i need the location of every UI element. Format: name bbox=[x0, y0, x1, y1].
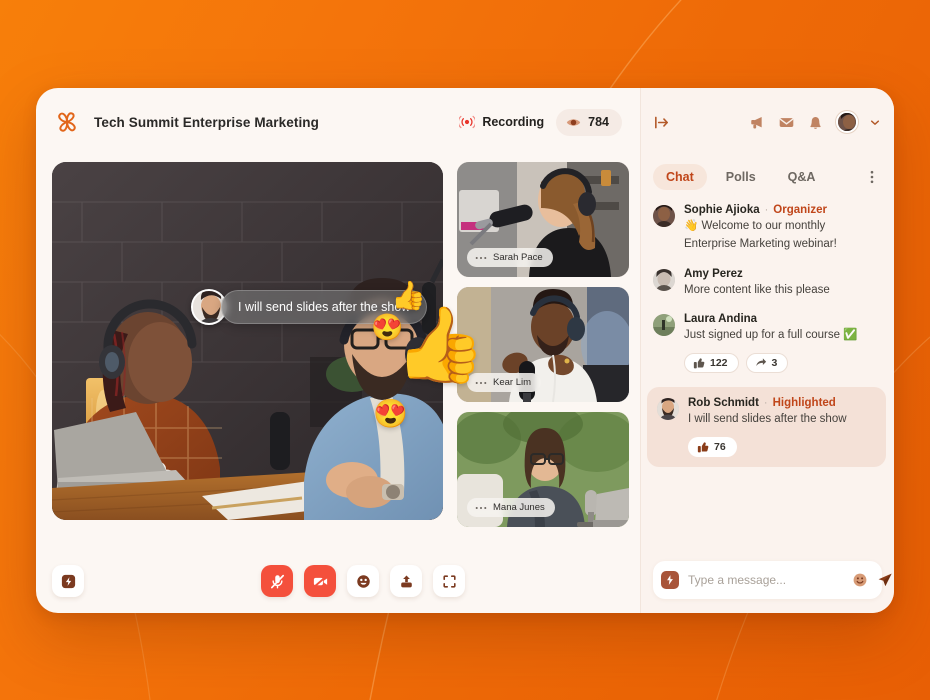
reaction-count: 3 bbox=[771, 357, 778, 370]
lightning-bolt-icon bbox=[60, 573, 77, 590]
video-stage: I will send slides after the show 👍 😍 👍 … bbox=[36, 156, 640, 613]
recording-status: Recording bbox=[459, 115, 544, 129]
stage-toolbar bbox=[36, 549, 640, 613]
thumbs-up-icon bbox=[693, 357, 705, 369]
message-author: Laura Andina bbox=[684, 313, 758, 326]
tile-name-label: Mana Junes bbox=[493, 502, 545, 513]
share-screen-button[interactable] bbox=[390, 565, 422, 597]
chat-tabs: Chat Polls Q&A bbox=[641, 156, 894, 198]
chat-message: Amy Perez More content like this please bbox=[653, 268, 880, 300]
header-right-group: Recording 784 bbox=[459, 108, 622, 136]
message-body: Amy Perez More content like this please bbox=[684, 268, 880, 300]
tile-name-label: Sarah Pace bbox=[493, 252, 543, 263]
message-input[interactable] bbox=[688, 573, 843, 587]
viewer-count-badge[interactable]: 784 bbox=[556, 108, 622, 136]
message-text: 👋 Welcome to our monthly Enterprise Mark… bbox=[684, 220, 837, 250]
thumbs-up-icon bbox=[697, 441, 709, 453]
avatar bbox=[653, 268, 675, 291]
fullscreen-button[interactable] bbox=[433, 565, 465, 597]
emoji-smile-icon[interactable] bbox=[852, 572, 868, 588]
participant-tile-mana[interactable]: Mana Junes bbox=[457, 412, 629, 527]
message-reactions: 76 bbox=[688, 437, 876, 458]
pinwheel-logo-icon bbox=[52, 107, 82, 137]
collapse-panel-icon[interactable] bbox=[653, 114, 670, 131]
chat-header-actions bbox=[749, 111, 880, 133]
message-body: Sophie Ajioka · Organizer 👋 Welcome to o… bbox=[684, 204, 880, 254]
message-header: Laura Andina bbox=[684, 313, 880, 325]
camera-toggle-button[interactable] bbox=[304, 565, 336, 597]
chat-panel: Chat Polls Q&A Sophie Ajioka · Organizer… bbox=[640, 88, 894, 613]
reaction-thumbs-up-large: 👍 bbox=[394, 303, 487, 386]
chat-message: Sophie Ajioka · Organizer 👋 Welcome to o… bbox=[653, 204, 880, 254]
avatar bbox=[653, 314, 675, 337]
message-composer bbox=[653, 561, 892, 599]
bell-icon[interactable] bbox=[807, 114, 824, 131]
tile-name-label: Kear Lim bbox=[493, 377, 532, 388]
tab-chat[interactable]: Chat bbox=[653, 164, 707, 190]
avatar bbox=[653, 205, 675, 227]
fullscreen-icon bbox=[441, 573, 458, 590]
chat-message-highlighted: Rob Schmidt · Highlighted I will send sl… bbox=[647, 387, 886, 468]
message-reactions: 122 3 bbox=[684, 353, 880, 374]
tile-name-badge: Sarah Pace bbox=[467, 248, 553, 267]
envelope-icon[interactable] bbox=[778, 114, 795, 131]
share-arrow-icon bbox=[755, 357, 767, 369]
reaction-like-button[interactable]: 122 bbox=[684, 353, 739, 374]
message-author: Sophie Ajioka bbox=[684, 204, 760, 216]
message-header: Amy Perez bbox=[684, 268, 880, 280]
message-header: Rob Schmidt · Highlighted bbox=[688, 397, 876, 409]
more-dots-icon bbox=[475, 505, 487, 511]
recording-broadcast-icon bbox=[459, 115, 476, 129]
emoji-smile-icon bbox=[355, 573, 372, 590]
message-role-badge: Highlighted bbox=[772, 397, 836, 410]
tab-polls[interactable]: Polls bbox=[713, 164, 769, 190]
avatar bbox=[657, 398, 679, 421]
effects-button[interactable] bbox=[52, 565, 84, 597]
message-role-badge: Organizer bbox=[773, 204, 827, 216]
chevron-down-icon[interactable] bbox=[870, 119, 880, 126]
message-text: I will send slides after the show bbox=[688, 413, 847, 426]
reaction-heart-eyes-lower: 😍 bbox=[373, 398, 408, 429]
account-avatar[interactable] bbox=[836, 111, 858, 133]
send-paper-plane-icon[interactable] bbox=[877, 572, 893, 588]
separator-dot: · bbox=[763, 397, 768, 410]
eye-icon bbox=[566, 115, 581, 130]
chat-panel-header bbox=[641, 88, 894, 156]
ai-spark-icon[interactable] bbox=[661, 571, 679, 589]
reaction-count: 76 bbox=[714, 441, 726, 454]
share-screen-icon bbox=[398, 573, 415, 590]
page-title: Tech Summit Enterprise Marketing bbox=[94, 114, 320, 130]
viewer-count-label: 784 bbox=[588, 115, 609, 129]
participant-tile-sarah[interactable]: Sarah Pace bbox=[457, 162, 629, 277]
app-window: Tech Summit Enterprise Marketing Recordi… bbox=[36, 88, 894, 613]
camera-off-icon bbox=[312, 573, 329, 590]
reaction-like-button[interactable]: 76 bbox=[688, 437, 737, 458]
reaction-button[interactable] bbox=[347, 565, 379, 597]
separator-dot: · bbox=[764, 204, 769, 216]
megaphone-icon[interactable] bbox=[749, 114, 766, 131]
microphone-toggle-button[interactable] bbox=[261, 565, 293, 597]
recording-label: Recording bbox=[482, 115, 545, 129]
reaction-count: 122 bbox=[710, 357, 728, 370]
message-author: Amy Perez bbox=[684, 267, 743, 280]
message-body: Rob Schmidt · Highlighted I will send sl… bbox=[688, 397, 876, 458]
message-body: Laura Andina Just signed up for a full c… bbox=[684, 313, 880, 374]
kebab-menu-icon[interactable] bbox=[864, 169, 880, 185]
reaction-share-button[interactable]: 3 bbox=[745, 353, 789, 374]
tile-name-badge: Mana Junes bbox=[467, 498, 555, 517]
message-text: More content like this please bbox=[684, 283, 830, 296]
chat-message: Laura Andina Just signed up for a full c… bbox=[653, 313, 880, 374]
app-header: Tech Summit Enterprise Marketing Recordi… bbox=[36, 88, 640, 156]
microphone-off-icon bbox=[269, 573, 286, 590]
message-author: Rob Schmidt bbox=[688, 397, 759, 410]
chat-message-list: Sophie Ajioka · Organizer 👋 Welcome to o… bbox=[641, 198, 894, 561]
message-text: Just signed up for a full course ✅ bbox=[684, 329, 858, 342]
tab-qa[interactable]: Q&A bbox=[775, 164, 829, 190]
more-dots-icon bbox=[475, 255, 487, 261]
message-header: Sophie Ajioka · Organizer bbox=[684, 204, 880, 216]
